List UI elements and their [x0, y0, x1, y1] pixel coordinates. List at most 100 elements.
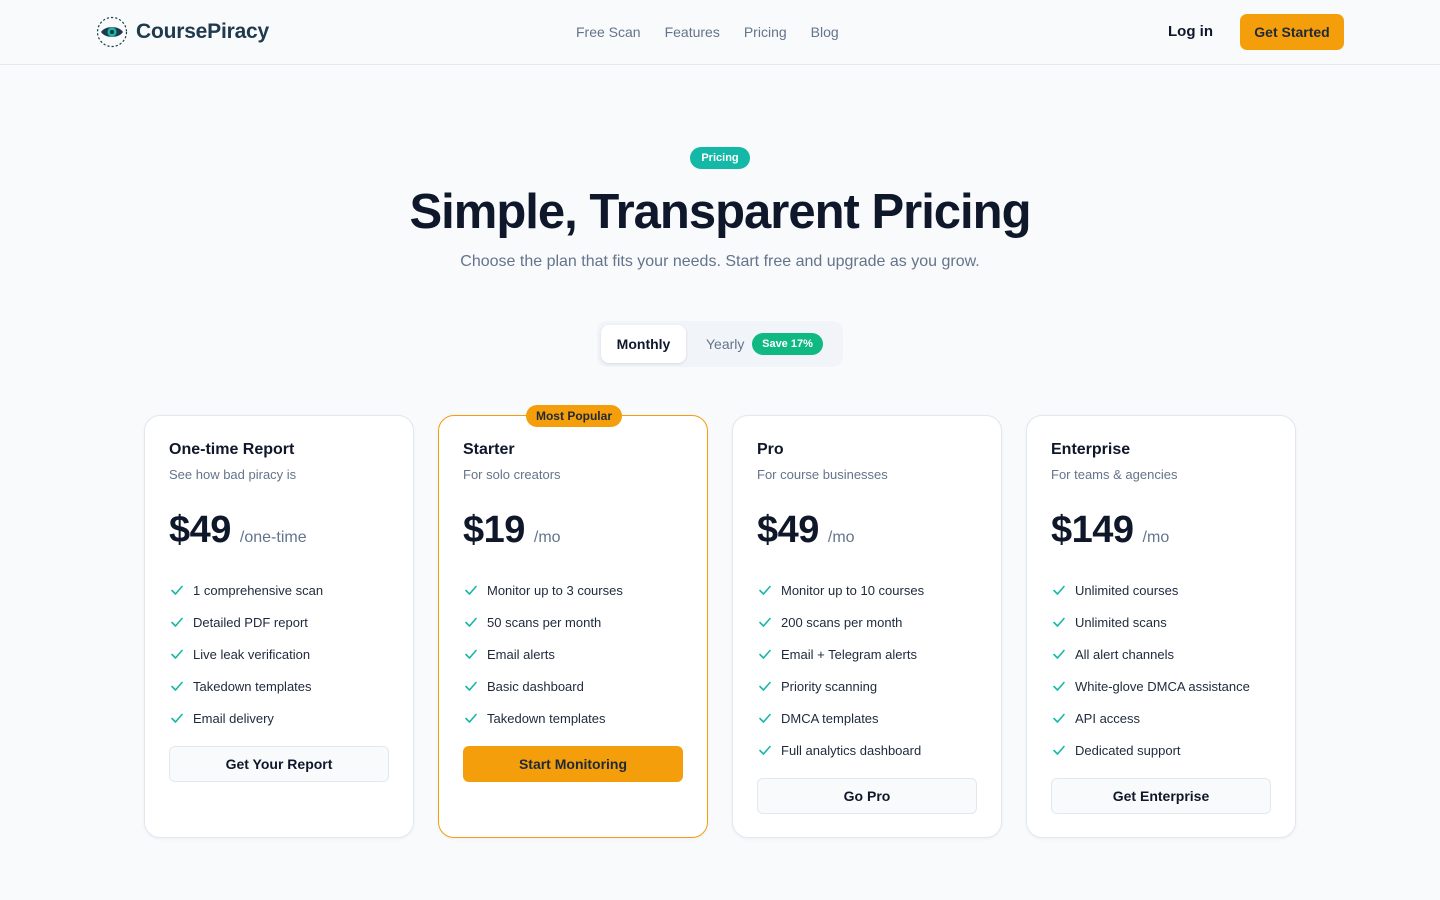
get-started-button[interactable]: Get Started: [1240, 14, 1344, 50]
plan-period: /mo: [827, 529, 855, 546]
feature-item: 50 scans per month: [463, 606, 623, 638]
feature-item: Monitor up to 10 courses: [757, 574, 924, 606]
feature-item: Email alerts: [463, 638, 623, 670]
feature-item: Basic dashboard: [463, 670, 623, 702]
plan-period: /one-time: [239, 529, 307, 546]
plan-price-row: $49 /one-time: [169, 508, 307, 552]
site-header: CoursePiracy Free Scan Features Pricing …: [0, 0, 1440, 65]
feature-text: Takedown templates: [193, 678, 312, 694]
plan-card-pro: Pro For course businesses $49 /mo Monito…: [732, 415, 1002, 838]
feature-item: White-glove DMCA assistance: [1051, 670, 1250, 702]
check-icon: [759, 681, 771, 691]
check-icon: [171, 617, 183, 627]
feature-text: Email delivery: [193, 710, 274, 726]
feature-text: Email alerts: [487, 646, 555, 662]
feature-text: Monitor up to 10 courses: [781, 582, 925, 598]
feature-item: DMCA templates: [757, 702, 924, 734]
feature-item: Dedicated support: [1051, 734, 1250, 766]
check-icon: [1053, 745, 1065, 755]
feature-text: Detailed PDF report: [193, 614, 308, 630]
feature-text: All alert channels: [1075, 646, 1174, 662]
billing-monthly-option[interactable]: Monthly: [601, 325, 686, 363]
main-nav: Free Scan Features Pricing Blog: [576, 22, 839, 42]
feature-item: Detailed PDF report: [169, 606, 323, 638]
check-icon: [171, 585, 183, 595]
check-icon: [1053, 617, 1065, 627]
check-icon: [759, 745, 771, 755]
feature-text: Email + Telegram alerts: [781, 646, 917, 662]
plan-description: See how bad piracy is: [169, 467, 297, 482]
check-icon: [759, 649, 771, 659]
check-icon: [1053, 713, 1065, 723]
plan-period: /mo: [533, 529, 561, 546]
nav-link-features[interactable]: Features: [665, 22, 720, 42]
check-icon: [171, 649, 183, 659]
feature-text: DMCA templates: [781, 710, 879, 726]
go-pro-button[interactable]: Go Pro: [757, 778, 977, 814]
feature-item: 1 comprehensive scan: [169, 574, 323, 606]
check-icon: [465, 713, 477, 723]
check-icon: [465, 681, 477, 691]
check-icon: [759, 617, 771, 627]
section-badge: Pricing: [690, 147, 750, 169]
feature-item: Email delivery: [169, 702, 323, 734]
feature-item: Unlimited scans: [1051, 606, 1250, 638]
feature-text: Unlimited courses: [1075, 582, 1179, 598]
feature-text: API access: [1075, 710, 1141, 726]
plan-price: $149: [1051, 509, 1134, 551]
feature-list: Monitor up to 3 courses 50 scans per mon…: [463, 574, 623, 734]
feature-item: Monitor up to 3 courses: [463, 574, 623, 606]
plan-description: For course businesses: [757, 467, 888, 482]
plan-card-starter: Most Popular Starter For solo creators $…: [438, 405, 708, 838]
feature-list: Monitor up to 10 courses 200 scans per m…: [757, 574, 924, 766]
feature-text: 50 scans per month: [487, 614, 602, 630]
feature-text: Unlimited scans: [1075, 614, 1167, 630]
page-subtitle: Choose the plan that fits your needs. St…: [460, 253, 980, 270]
check-icon: [465, 585, 477, 595]
plan-price-row: $149 /mo: [1051, 508, 1169, 552]
plan-name: Enterprise: [1051, 441, 1131, 458]
plan-price: $49: [169, 509, 231, 551]
nav-link-blog[interactable]: Blog: [811, 22, 839, 42]
feature-text: Dedicated support: [1075, 742, 1181, 758]
check-icon: [1053, 681, 1065, 691]
billing-yearly-option[interactable]: Yearly: [706, 335, 744, 353]
plan-description: For teams & agencies: [1051, 467, 1178, 482]
get-your-report-button[interactable]: Get Your Report: [169, 746, 389, 782]
plan-price-row: $49 /mo: [757, 508, 855, 552]
nav-link-pricing[interactable]: Pricing: [744, 22, 787, 42]
feature-text: 1 comprehensive scan: [193, 582, 324, 598]
plan-card-enterprise: Enterprise For teams & agencies $149 /mo…: [1026, 415, 1296, 838]
billing-toggle: Monthly Yearly Save 17%: [597, 321, 843, 367]
check-icon: [465, 649, 477, 659]
plan-card-one-time: One-time Report See how bad piracy is $4…: [144, 415, 414, 838]
plan-name: One-time Report: [169, 441, 295, 458]
feature-item: Takedown templates: [463, 702, 623, 734]
plan-description: For solo creators: [463, 467, 561, 482]
plan-price: $49: [757, 509, 819, 551]
feature-item: API access: [1051, 702, 1250, 734]
feature-item: Priority scanning: [757, 670, 924, 702]
login-link[interactable]: Log in: [1168, 22, 1213, 42]
most-popular-badge: Most Popular: [526, 405, 622, 427]
feature-text: 200 scans per month: [781, 614, 903, 630]
check-icon: [759, 713, 771, 723]
feature-text: Monitor up to 3 courses: [487, 582, 623, 598]
feature-text: Priority scanning: [781, 678, 878, 694]
feature-list: Unlimited courses Unlimited scans All al…: [1051, 574, 1250, 766]
feature-text: Basic dashboard: [487, 678, 584, 694]
feature-item: 200 scans per month: [757, 606, 924, 638]
check-icon: [1053, 649, 1065, 659]
feature-item: All alert channels: [1051, 638, 1250, 670]
check-icon: [1053, 585, 1065, 595]
feature-item: Email + Telegram alerts: [757, 638, 924, 670]
plan-price-row: $19 /mo: [463, 508, 561, 552]
brand-logo-link[interactable]: CoursePiracy: [96, 16, 269, 48]
start-monitoring-button[interactable]: Start Monitoring: [463, 746, 683, 782]
feature-item: Full analytics dashboard: [757, 734, 924, 766]
save-badge: Save 17%: [752, 333, 823, 355]
plan-name: Pro: [757, 441, 784, 458]
page-title: Simple, Transparent Pricing: [409, 185, 1031, 239]
get-enterprise-button[interactable]: Get Enterprise: [1051, 778, 1271, 814]
nav-link-free-scan[interactable]: Free Scan: [576, 22, 641, 42]
